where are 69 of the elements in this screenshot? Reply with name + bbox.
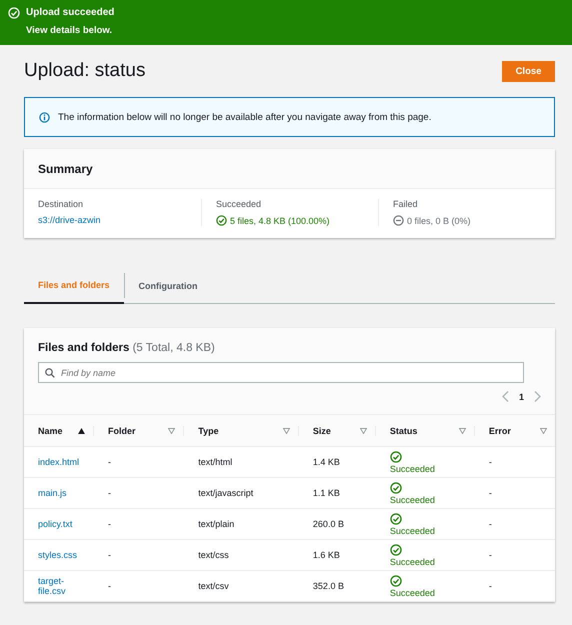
table-cell: text/csv [198,581,229,591]
summary-label: Succeeded [216,199,262,209]
sort-icon[interactable] [540,428,547,434]
sort-icon[interactable] [360,428,367,434]
status-text: Succeeded [390,464,436,474]
file-name-link[interactable]: main.js [38,488,67,498]
banner-message: View details below. [26,25,114,36]
previous-page-icon[interactable] [502,391,509,402]
next-page-icon[interactable] [534,391,541,402]
success-icon [390,574,402,586]
table-cell: - [488,519,492,529]
table-cell: - [108,581,111,591]
sort-icon[interactable] [458,428,466,434]
table-cell: 1.1 KB [312,488,340,498]
table-cell: text/html [198,457,232,467]
column-header[interactable]: Error [488,426,511,436]
status-text: Succeeded [390,556,436,566]
info-text: The information below will no longer be available after you navigate away from this page. [58,112,432,122]
success-icon [8,7,20,19]
table-cell: - [108,488,111,498]
search-icon [45,368,55,378]
banner-title: Upload succeeded [26,7,114,18]
file-name-link[interactable]: policy.txt [38,519,72,529]
table-title: Files and folders [38,342,130,354]
table-cell: - [488,581,492,591]
summary-label: Failed [393,199,419,209]
table-cell: 1.6 KB [312,550,340,560]
table-count: (5 Total, 4.8 KB) [132,342,215,354]
status-text: Succeeded [390,494,436,504]
succeeded-value: 5 files, 4.8 KB (100.00%) [230,216,330,226]
minus-circle-icon [393,215,404,226]
table-cell: - [108,519,111,529]
table-cell: 352.0 B [312,581,344,591]
file-name-link[interactable]: styles.css [38,550,78,560]
status-text: Succeeded [390,526,436,536]
column-header[interactable]: Type [198,426,219,436]
column-header[interactable]: Status [390,426,418,436]
info-icon [39,112,50,122]
column-header[interactable]: Folder [108,426,136,436]
table-cell: - [488,488,492,498]
table-cell: text/plain [198,519,234,529]
table-cell: 260.0 B [312,519,344,529]
status-text: Succeeded [390,588,436,598]
page-title: Upload: status [24,60,146,82]
table-cell: - [488,550,492,560]
table-cell: 1.4 KB [312,457,340,467]
table-cell: - [108,550,111,560]
column-header[interactable]: Name [38,426,63,436]
destination-link[interactable]: s3://drive-azwin [38,215,101,225]
summary-title: Summary [38,162,93,176]
success-icon [390,450,402,462]
table-cell: text/javascript [198,488,254,498]
column-header[interactable]: Size [312,426,331,436]
table-cell: - [108,457,111,467]
success-icon [390,482,402,494]
sort-ascending-icon[interactable] [78,428,85,434]
success-icon [390,512,402,524]
table-cell: text/css [198,550,229,560]
sort-icon[interactable] [168,428,176,434]
table-cell: - [488,457,492,467]
failed-value: 0 files, 0 B (0%) [407,216,471,226]
search-field[interactable]: Find by name [38,362,524,383]
success-icon [390,544,402,556]
sort-icon[interactable] [282,428,290,434]
summary-label: Destination [38,199,84,209]
file-name-link[interactable]: index.html [38,457,80,467]
success-icon [216,215,227,226]
page-number[interactable]: 1 [518,392,524,402]
tab[interactable]: Configuration [124,268,212,303]
